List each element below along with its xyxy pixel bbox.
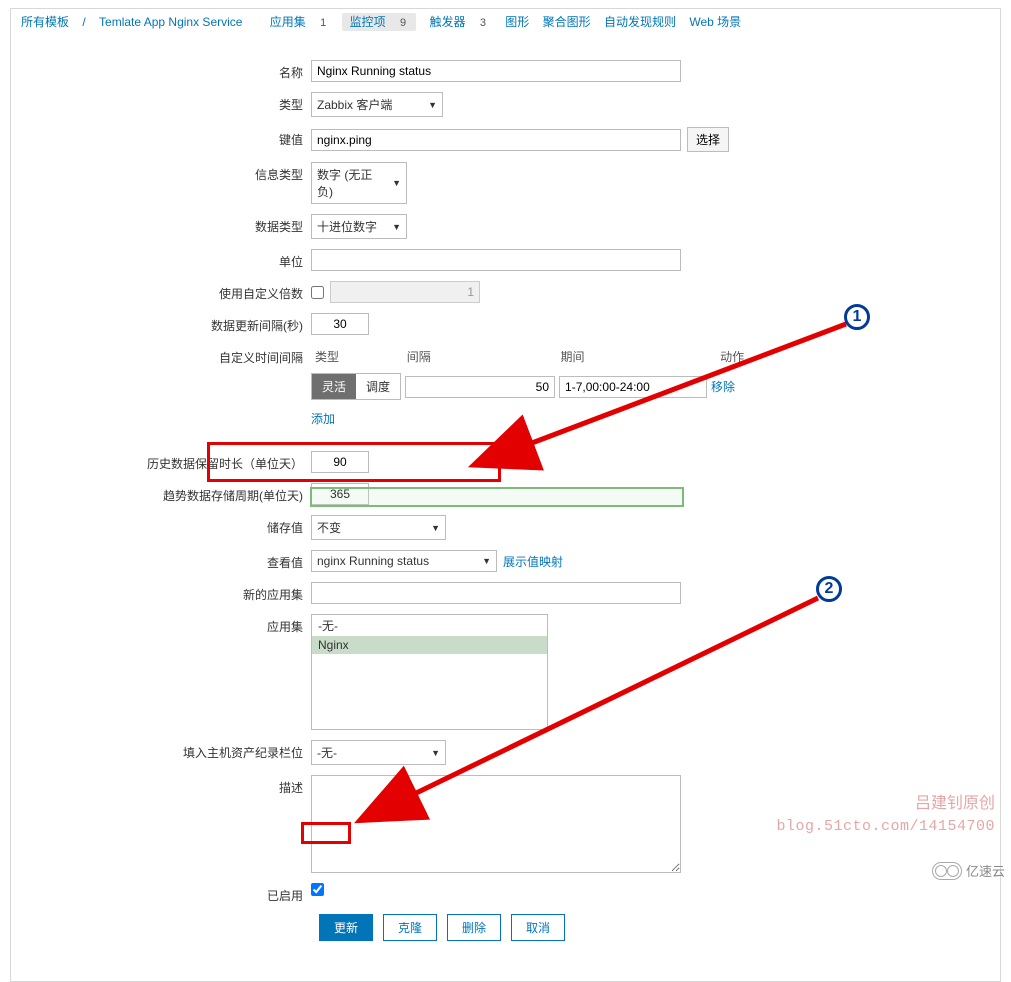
breadcrumb-tabs: 所有模板 / Temlate App Nginx Service 应用集 1 监… <box>11 9 1000 32</box>
interval-header: 类型 间隔 期间 动作 <box>311 345 756 371</box>
interval-value-input[interactable] <box>405 376 555 398</box>
new-app-label: 新的应用集 <box>11 582 311 603</box>
data-type-label: 数据类型 <box>11 214 311 235</box>
history-label: 历史数据保留时长（单位天） <box>11 451 311 472</box>
list-item-none[interactable]: -无- <box>312 615 547 636</box>
show-value-mapping-link[interactable]: 展示值映射 <box>503 553 563 570</box>
list-item-nginx[interactable]: Nginx <box>312 636 547 654</box>
chevron-down-icon: ▼ <box>431 748 440 758</box>
tab-web[interactable]: Web 场景 <box>685 13 745 31</box>
type-label: 类型 <box>11 92 311 113</box>
name-input[interactable] <box>311 60 681 82</box>
info-type-select[interactable]: 数字 (无正负)▼ <box>311 162 407 204</box>
multiplier-value: 1 <box>330 281 480 303</box>
annotation-marker-2: 2 <box>816 576 842 602</box>
interval-period-input[interactable] <box>559 376 707 398</box>
update-interval-label: 数据更新间隔(秒) <box>11 313 311 334</box>
update-interval-input[interactable] <box>311 313 369 335</box>
trend-label: 趋势数据存储周期(单位天) <box>11 483 311 504</box>
watermark: 吕建钊原创 blog.51cto.com/14154700 <box>776 792 995 839</box>
unit-label: 单位 <box>11 249 311 270</box>
chevron-down-icon: ▼ <box>431 523 440 533</box>
show-value-label: 查看值 <box>11 550 311 571</box>
description-label: 描述 <box>11 775 311 796</box>
cloud-icon <box>932 862 962 880</box>
apps-label: 应用集 <box>11 614 311 635</box>
inventory-select[interactable]: -无-▼ <box>311 740 446 765</box>
type-select[interactable]: Zabbix 客户端▼ <box>311 92 443 117</box>
delete-button[interactable]: 删除 <box>447 914 501 941</box>
tab-graphs[interactable]: 图形 <box>501 13 533 31</box>
description-textarea[interactable] <box>311 775 681 873</box>
breadcrumb-sep: / <box>78 13 89 31</box>
toggle-flexible[interactable]: 灵活 <box>312 374 356 399</box>
info-type-label: 信息类型 <box>11 162 311 183</box>
tab-apps[interactable]: 应用集 1 <box>262 13 336 31</box>
name-label: 名称 <box>11 60 311 81</box>
update-button[interactable]: 更新 <box>319 914 373 941</box>
custom-interval-label: 自定义时间间隔 <box>11 345 311 366</box>
breadcrumb-template-name[interactable]: Temlate App Nginx Service <box>95 13 246 31</box>
toggle-scheduling[interactable]: 调度 <box>356 374 400 399</box>
history-input[interactable] <box>311 451 369 473</box>
key-label: 键值 <box>11 127 311 148</box>
apps-listbox[interactable]: -无- Nginx <box>311 614 548 730</box>
chevron-down-icon: ▼ <box>392 178 401 188</box>
key-input[interactable] <box>311 129 681 151</box>
enabled-checkbox[interactable] <box>311 883 324 896</box>
unit-input[interactable] <box>311 249 681 271</box>
show-value-select[interactable]: nginx Running status▼ <box>311 550 497 572</box>
multiplier-label: 使用自定义倍数 <box>11 281 311 302</box>
footer-brand: 亿速云 <box>932 861 1005 880</box>
tab-discovery[interactable]: 自动发现规则 <box>600 13 680 31</box>
store-value-select[interactable]: 不变▼ <box>311 515 446 540</box>
cancel-button[interactable]: 取消 <box>511 914 565 941</box>
multiplier-checkbox[interactable] <box>311 286 324 299</box>
chevron-down-icon: ▼ <box>392 222 401 232</box>
tab-items[interactable]: 监控项 9 <box>342 13 416 31</box>
chevron-down-icon: ▼ <box>428 100 437 110</box>
interval-remove-link[interactable]: 移除 <box>711 378 735 395</box>
inventory-label: 填入主机资产纪录栏位 <box>11 740 311 761</box>
enabled-label: 已启用 <box>11 883 311 904</box>
new-app-input[interactable] <box>311 582 681 604</box>
key-select-button[interactable]: 选择 <box>687 127 729 152</box>
data-type-select[interactable]: 十进位数字▼ <box>311 214 407 239</box>
tab-triggers[interactable]: 触发器 3 <box>421 13 495 31</box>
chevron-down-icon: ▼ <box>482 556 491 566</box>
breadcrumb-all-templates[interactable]: 所有模板 <box>17 13 73 31</box>
tab-screens[interactable]: 聚合图形 <box>539 13 595 31</box>
interval-add-link[interactable]: 添加 <box>311 410 335 427</box>
store-value-label: 储存值 <box>11 515 311 536</box>
trend-input[interactable] <box>311 483 369 505</box>
clone-button[interactable]: 克隆 <box>383 914 437 941</box>
annotation-marker-1: 1 <box>844 304 870 330</box>
interval-type-toggle[interactable]: 灵活 调度 <box>311 373 401 400</box>
